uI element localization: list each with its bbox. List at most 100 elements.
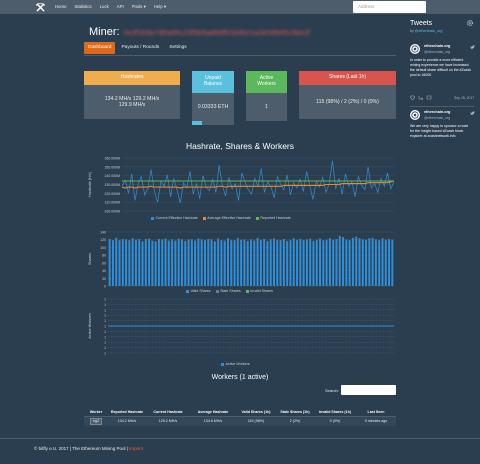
stale-share-bar [227, 238, 229, 239]
y-tick-label: 120.000M [104, 192, 120, 196]
y-tick-label: 1 [104, 352, 106, 356]
twitter-bird-icon [470, 111, 475, 115]
shares-chart[interactable]: 140 120 100 80 60 40 20 0 Shares [84, 228, 400, 292]
valid-share-bar [282, 239, 285, 286]
miner-label: Miner: [89, 26, 120, 38]
valid-share-bar [296, 240, 299, 286]
tweet-actions-icon[interactable] [410, 95, 432, 100]
y-tick-label: 1 [104, 335, 106, 339]
valid-share-bar [200, 240, 203, 286]
valid-share-bar [250, 240, 252, 286]
footer-text: © bitfly e.U. 2017 | The Ethereum Mining… [34, 446, 128, 451]
legend-reported-hashrate[interactable]: Reported Hashrate [255, 216, 291, 220]
col-last-seen[interactable]: Last Seen [356, 399, 396, 417]
valid-share-bar [338, 237, 341, 286]
valid-share-bar [381, 239, 384, 286]
valid-share-bar [315, 240, 318, 286]
legend-valid-shares[interactable]: Valid Shares [186, 289, 211, 293]
tweet-date[interactable]: Sep 28, 2017 [454, 96, 474, 100]
valid-share-bar [217, 239, 220, 286]
col-stale-shares[interactable]: Stale Shares (1h) [276, 399, 314, 417]
valid-share-bar [157, 239, 160, 286]
valid-share-bar [108, 239, 111, 286]
imprint-link[interactable]: Imprint [129, 446, 143, 451]
unpaid-progress-bar [192, 121, 234, 125]
y-tick-label: 1 [104, 325, 106, 329]
shares-card: Shares (Last 1h) 115 (98%) / 2 (2%) / 0 … [299, 71, 396, 119]
valid-share-bar [299, 239, 302, 286]
tweets-handle-link[interactable]: @etherchain_org [415, 29, 443, 33]
unpaid-balance-card: Unpaid Balance 0.03333 ETH [192, 71, 234, 125]
valid-share-bar [115, 238, 118, 286]
valid-share-bar [213, 242, 216, 286]
stale-share-bar [233, 240, 236, 241]
col-worker[interactable]: Worker [84, 399, 108, 417]
stale-share-bar [134, 239, 137, 241]
valid-share-bar [371, 238, 374, 286]
workers-legend: Active Workers [221, 362, 250, 366]
valid-share-bar [269, 240, 272, 286]
active-workers-card: Active Workers 1 [246, 71, 287, 121]
nav-help-dropdown[interactable]: Help ▾ [154, 0, 166, 14]
tweet-author-name[interactable]: etherchain.org [424, 44, 450, 48]
col-valid-shares[interactable]: Valid Shares (1h) [236, 399, 276, 417]
stale-share-bar [194, 240, 197, 242]
worker-name-cell[interactable]: rig2 [84, 416, 108, 426]
tweets-title: Tweets [410, 20, 433, 27]
valid-share-bar [144, 240, 147, 286]
valid-share-bar [161, 240, 164, 286]
tweet-author-name[interactable]: etherchain.org [424, 110, 450, 114]
tweet-author-handle[interactable]: @etherchain_org [424, 50, 450, 54]
legend-invalid-shares[interactable]: Invalid Shares [245, 289, 273, 293]
worker-name[interactable]: rig2 [90, 417, 102, 425]
y-tick-label: 1 [104, 319, 106, 323]
stale-share-bar [190, 239, 193, 241]
col-invalid-shares[interactable]: Invalid Shares (1h) [314, 399, 356, 417]
valid-share-bar [167, 241, 170, 286]
gear-icon[interactable] [466, 19, 474, 27]
stale-share-bar [315, 239, 318, 241]
tweet-divider [410, 106, 474, 107]
tweet-author-handle[interactable]: @etherchain_org [424, 116, 450, 120]
table-cell: 9 minutes ago [356, 416, 396, 426]
tab-settings[interactable]: Settings [165, 42, 190, 54]
y-tick-label: 1 [104, 346, 106, 350]
avatar[interactable] [410, 110, 420, 120]
stale-share-bar [358, 238, 361, 240]
address-search-input[interactable]: Address [353, 1, 426, 13]
stale-share-bar [118, 240, 121, 241]
top-navbar: Home Statistics Luck API Pools ▾ Help ▾ … [0, 0, 480, 14]
y-axis-label: Active Workers [88, 313, 92, 339]
stale-share-bar [138, 238, 141, 240]
valid-share-bar [194, 241, 197, 286]
legend-current-hashrate[interactable]: Current Effective Hashrate [151, 216, 198, 220]
nav-statistics-link[interactable]: Statistics [74, 0, 91, 14]
nav-api-link[interactable]: API [117, 0, 124, 14]
stale-share-bar [309, 238, 312, 240]
stale-share-bar [128, 240, 131, 242]
nav-home-link[interactable]: Home [55, 0, 66, 14]
col-average-hashrate[interactable]: Average Hashrate [190, 399, 236, 417]
valid-share-bar [322, 240, 325, 286]
col-current-hashrate[interactable]: Current Hashrate [146, 399, 190, 417]
valid-share-bar [256, 238, 259, 286]
tab-dashboard[interactable]: Dashboard [84, 42, 116, 54]
valid-share-bar [177, 239, 180, 286]
stale-share-bar [240, 239, 243, 241]
nav-luck-link[interactable]: Luck [100, 0, 109, 14]
valid-share-bar [332, 240, 335, 286]
stale-share-bar [177, 238, 180, 240]
avatar[interactable] [410, 44, 420, 54]
valid-share-bar [227, 238, 229, 286]
pickaxe-crossed-icon[interactable] [33, 0, 47, 14]
workers-search-input[interactable] [341, 385, 396, 395]
legend-average-hashrate[interactable]: Average Effective Hashrate [202, 216, 251, 220]
legend-stale-shares[interactable]: Stale Shares [215, 289, 241, 293]
active-workers-chart[interactable]: 11111111111Active Workers [84, 296, 400, 358]
y-tick-label: 140 [100, 231, 106, 235]
col-reported-hashrate[interactable]: Reported Hashrate [108, 399, 146, 417]
nav-pools-dropdown[interactable]: Pools ▾ [132, 0, 146, 14]
tab-payouts-rounds[interactable]: Payouts / Rounds [117, 42, 163, 54]
legend-active-workers[interactable]: Active Workers [221, 362, 250, 366]
valid-share-bar [259, 240, 262, 286]
